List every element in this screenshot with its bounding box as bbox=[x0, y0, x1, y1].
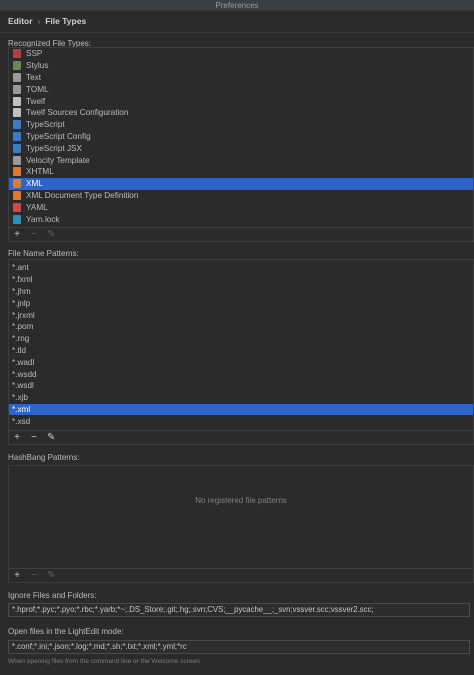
lightedit-patterns-input[interactable]: *.conf;*.ini;*.json;*.log;*.md;*.sh;*.tx… bbox=[8, 640, 470, 654]
file-type-label: XML bbox=[26, 179, 43, 189]
file-type-label: TypeScript JSX bbox=[26, 143, 82, 153]
pattern-row[interactable]: *.ant bbox=[9, 262, 473, 274]
file-type-label: TypeScript bbox=[26, 120, 65, 130]
pattern-row[interactable]: *.rng bbox=[9, 333, 473, 345]
file-type-label: YAML bbox=[26, 202, 48, 212]
add-file-type-button[interactable]: + bbox=[13, 229, 21, 240]
file-type-row[interactable]: TypeScript Config bbox=[9, 131, 473, 143]
dtd-icon bbox=[13, 190, 21, 200]
file-type-label: XHTML bbox=[26, 167, 54, 177]
pattern-row[interactable]: *.pom bbox=[9, 321, 473, 333]
pattern-row[interactable]: *.xml bbox=[9, 403, 473, 416]
file-type-row[interactable]: XML bbox=[9, 177, 473, 190]
hashbang-patterns-label: HashBang Patterns: bbox=[8, 453, 80, 462]
breadcrumb-file-types: File Types bbox=[45, 16, 87, 26]
remove-file-type-button[interactable]: − bbox=[30, 229, 38, 240]
pattern-row[interactable]: *.xjb bbox=[9, 392, 473, 404]
patterns-toolbar: + − ✎ bbox=[9, 430, 473, 444]
file-type-row[interactable]: Velocity Template bbox=[9, 154, 473, 166]
xhtml-icon bbox=[13, 167, 21, 177]
recognized-file-types-list: SSP Stylus Text TOML Twelf Twelf Sources Conf… bbox=[9, 48, 473, 225]
file-type-row[interactable]: TypeScript JSX bbox=[9, 142, 473, 154]
window-title-bar: Preferences bbox=[0, 0, 474, 11]
file-type-row[interactable]: TOML bbox=[9, 83, 473, 95]
hashbang-empty-text: No registered file patterns bbox=[195, 496, 287, 505]
pattern-row[interactable]: *.jhm bbox=[9, 286, 473, 298]
pattern-row[interactable]: *.wsdd bbox=[9, 368, 473, 380]
file-type-row[interactable]: Twelf bbox=[9, 95, 473, 107]
file-type-row[interactable]: XML Document Type Definition bbox=[9, 190, 473, 202]
file-types-toolbar: + − ✎ bbox=[9, 227, 473, 241]
file-type-row[interactable]: Stylus bbox=[9, 60, 473, 72]
ignore-files-input[interactable]: *.hprof;*.pyc;*.pyo;*.rbc;*.yarb;*~;.DS_… bbox=[8, 603, 470, 617]
file-type-row[interactable]: YAML bbox=[9, 201, 473, 213]
stylus-icon bbox=[13, 61, 21, 71]
twelf-icon bbox=[13, 96, 21, 106]
file-type-row[interactable]: XHTML bbox=[9, 166, 473, 178]
edit-pattern-button[interactable]: ✎ bbox=[47, 432, 55, 443]
ssp-icon bbox=[13, 49, 21, 59]
file-type-label: Twelf bbox=[26, 96, 46, 106]
ignore-files-label: Ignore Files and Folders: bbox=[8, 591, 97, 600]
velocity-icon bbox=[13, 155, 21, 165]
yarn-icon bbox=[13, 214, 21, 224]
file-type-label: Text bbox=[26, 72, 42, 82]
file-type-label: Yarn.lock bbox=[26, 214, 60, 224]
file-name-patterns-panel: *.ant *.fxml *.jhm *.jnlp *.jrxml *.pom *.rng *… bbox=[8, 259, 474, 445]
twelf-config-icon bbox=[13, 108, 21, 118]
pattern-row[interactable]: *.wadl bbox=[9, 356, 473, 368]
pattern-row[interactable]: *.tld bbox=[9, 345, 473, 357]
file-type-row[interactable]: SSP bbox=[9, 48, 473, 60]
recognized-file-types-panel: SSP Stylus Text TOML Twelf Twelf Sources Conf… bbox=[8, 47, 474, 242]
pattern-row[interactable]: *.jrxml bbox=[9, 309, 473, 321]
typescript-config-icon bbox=[13, 131, 21, 141]
file-name-patterns-list: *.ant *.fxml *.jhm *.jnlp *.jrxml *.pom *.rng *… bbox=[9, 262, 473, 427]
breadcrumb: Editor › File Types bbox=[8, 15, 86, 27]
file-type-row[interactable]: Text bbox=[9, 72, 473, 84]
file-type-label: SSP bbox=[26, 49, 43, 59]
pattern-row[interactable]: *.jnlp bbox=[9, 297, 473, 309]
file-type-label: TOML bbox=[26, 84, 49, 94]
file-type-row[interactable]: Twelf Sources Configuration bbox=[9, 107, 473, 119]
file-type-label: Stylus bbox=[26, 61, 49, 71]
typescript-icon bbox=[13, 120, 21, 130]
pattern-row[interactable]: *.wsdl bbox=[9, 380, 473, 392]
add-pattern-button[interactable]: + bbox=[13, 432, 21, 443]
file-type-label: XML Document Type Definition bbox=[26, 190, 139, 200]
edit-hashbang-button[interactable]: ✎ bbox=[47, 570, 55, 581]
pattern-row[interactable]: *.fxml bbox=[9, 274, 473, 286]
file-type-row[interactable]: TypeScript bbox=[9, 119, 473, 131]
file-type-label: TypeScript Config bbox=[26, 131, 91, 141]
hashbang-toolbar: + − ✎ bbox=[9, 568, 473, 582]
breadcrumb-separator: › bbox=[37, 16, 41, 26]
toml-icon bbox=[13, 84, 21, 94]
remove-hashbang-button[interactable]: − bbox=[30, 570, 38, 581]
typescript-jsx-icon bbox=[13, 143, 21, 153]
pattern-row[interactable]: *.xsd bbox=[9, 415, 473, 427]
breadcrumb-editor[interactable]: Editor bbox=[8, 16, 33, 26]
edit-file-type-button[interactable]: ✎ bbox=[47, 229, 55, 240]
lightedit-hint: When opening files from the command line… bbox=[8, 658, 200, 665]
file-type-label: Twelf Sources Configuration bbox=[26, 108, 129, 118]
add-hashbang-button[interactable]: + bbox=[13, 570, 21, 581]
file-type-label: Velocity Template bbox=[26, 155, 90, 165]
remove-pattern-button[interactable]: − bbox=[30, 432, 38, 443]
text-file-icon bbox=[13, 72, 21, 82]
file-name-patterns-label: File Name Patterns: bbox=[8, 249, 79, 258]
file-type-row[interactable]: Yarn.lock bbox=[9, 213, 473, 225]
window-title: Preferences bbox=[215, 1, 259, 10]
lightedit-label: Open files in the LightEdit mode: bbox=[8, 627, 124, 636]
hashbang-patterns-panel: No registered file patterns + − ✎ bbox=[8, 465, 474, 583]
yaml-icon bbox=[13, 202, 21, 212]
header-divider bbox=[0, 32, 474, 33]
xml-icon bbox=[13, 179, 21, 189]
